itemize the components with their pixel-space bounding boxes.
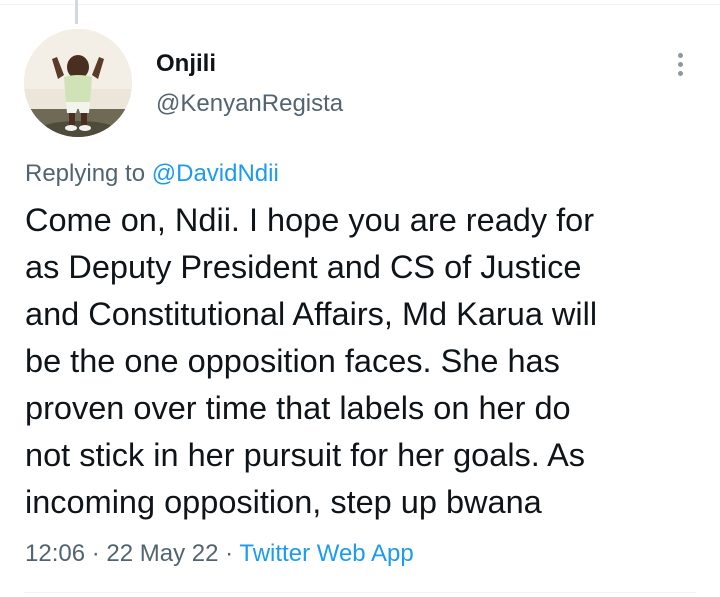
author-display-name[interactable]: Onjili bbox=[156, 50, 216, 78]
avatar[interactable] bbox=[24, 29, 132, 137]
tweet-text-line: incoming opposition, step up bwana bbox=[25, 484, 542, 520]
tweet-text-line: proven over time that labels on her do bbox=[25, 390, 571, 426]
tweet-time[interactable]: 12:06 bbox=[25, 540, 85, 567]
replying-to: Replying to @DavidNdii bbox=[25, 160, 279, 188]
meta-separator: · bbox=[91, 540, 100, 567]
top-divider bbox=[0, 4, 720, 5]
avatar-photo bbox=[24, 29, 132, 137]
more-options-button[interactable] bbox=[660, 44, 700, 84]
tweet-text-line: and Constitutional Affairs, Md Karua wil… bbox=[25, 296, 598, 332]
more-vertical-icon bbox=[677, 52, 683, 58]
tweet-date[interactable]: 22 May 22 bbox=[106, 540, 218, 567]
tweet-meta: 12:06 · 22 May 22 · Twitter Web App bbox=[25, 540, 414, 568]
tweet-source-link[interactable]: Twitter Web App bbox=[239, 540, 413, 567]
tweet-text-line: Come on, Ndii. I hope you are ready for bbox=[25, 202, 595, 238]
tweet-text: Come on, Ndii. I hope you are ready for … bbox=[25, 197, 715, 526]
tweet-text-line: as Deputy President and CS of Justice bbox=[25, 249, 582, 285]
thread-connector-line bbox=[75, 0, 78, 24]
tweet-text-line: be the one opposition faces. She has bbox=[25, 343, 560, 379]
replying-to-label: Replying to bbox=[25, 160, 146, 187]
reply-mention-link[interactable]: @DavidNdii bbox=[152, 160, 279, 187]
author-handle[interactable]: @KenyanRegista bbox=[156, 90, 343, 118]
meta-separator: · bbox=[225, 540, 234, 567]
more-vertical-icon-dot bbox=[677, 61, 683, 67]
bottom-divider bbox=[24, 592, 696, 593]
more-vertical-icon-dot bbox=[677, 70, 683, 76]
tweet-text-line: not stick in her pursuit for her goals. … bbox=[25, 437, 585, 473]
